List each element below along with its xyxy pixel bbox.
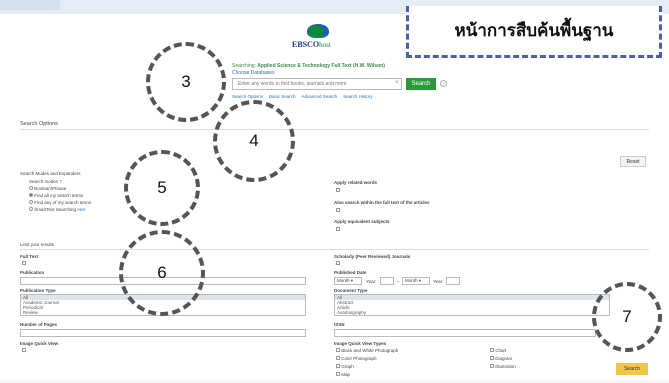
apply-related-label: Apply related words	[334, 180, 378, 185]
callout-circle-4: 4	[213, 100, 295, 182]
checkbox-icon[interactable]	[490, 364, 494, 368]
iqv-color-photo[interactable]: Color Photograph	[336, 356, 377, 361]
list-item[interactable]: Autobiography	[335, 310, 609, 315]
number-of-pages-input[interactable]	[20, 329, 306, 337]
mode-smarttext[interactable]: SmartText Searching Hint	[29, 207, 85, 212]
checkbox-icon[interactable]	[490, 356, 494, 360]
image-quick-view-label: Image Quick View	[20, 341, 59, 346]
date-to-year-label: Year:	[433, 279, 444, 284]
database-name[interactable]: Applied Science & Technology Full Text (…	[257, 63, 385, 69]
top-bar-tab[interactable]	[0, 0, 60, 10]
apply-related-checkbox[interactable]	[336, 188, 340, 192]
issn-input[interactable]	[334, 329, 596, 337]
mode-boolean[interactable]: Boolean/Phrase	[29, 186, 66, 191]
search-options-link[interactable]: Search Options	[232, 94, 263, 99]
published-date-label: Published Date	[334, 270, 367, 275]
ebsco-logo-text: EBSCOhost	[292, 40, 331, 49]
iqv-types-label: Image Quick View Types	[334, 341, 387, 346]
search-history-link[interactable]: Search History	[343, 94, 373, 99]
choose-databases-link[interactable]: Choose Databases	[232, 70, 275, 76]
iqv-illustration[interactable]: Illustration	[490, 364, 516, 369]
callout-circle-5: 5	[124, 150, 200, 226]
search-input[interactable]	[232, 78, 402, 90]
date-to-year-input[interactable]	[446, 277, 460, 285]
help-icon[interactable]: ?	[440, 80, 447, 87]
bottom-search-button[interactable]: Search	[616, 363, 648, 375]
also-search-label: Also search within the full text of the …	[334, 200, 430, 205]
smarttext-hint-link[interactable]: Hint	[77, 207, 85, 212]
radio-icon[interactable]	[29, 186, 33, 190]
scholarly-checkbox[interactable]	[336, 261, 340, 265]
full-text-label: Full Text	[20, 254, 39, 259]
checkbox-icon[interactable]	[336, 364, 340, 368]
number-of-pages-label: Number of Pages	[20, 322, 58, 327]
date-from-month-select[interactable]: Month ▾	[334, 277, 362, 285]
callout-circle-6: 6	[119, 230, 205, 316]
iqv-chart[interactable]: Chart	[490, 348, 506, 353]
callout-title: หน้าการสืบค้นพื้นฐาน	[454, 21, 614, 41]
date-from-year-input[interactable]	[380, 277, 394, 285]
checkbox-icon[interactable]	[490, 348, 494, 352]
search-links: Search Options Basic Search Advanced Sea…	[232, 94, 373, 99]
radio-icon[interactable]	[29, 200, 33, 204]
search-button[interactable]: Search	[406, 78, 436, 90]
clear-icon[interactable]: ×	[395, 80, 399, 86]
publication-type-label: Publication Type	[20, 288, 56, 293]
apply-equivalent-checkbox[interactable]	[336, 227, 340, 231]
radio-selected-icon[interactable]	[29, 193, 33, 197]
divider	[20, 249, 649, 250]
document-type-label: Document Type	[334, 288, 368, 293]
basic-search-link[interactable]: Basic Search	[269, 94, 296, 99]
iqv-diagram[interactable]: Diagram	[490, 356, 512, 361]
reset-button[interactable]: Reset	[620, 156, 646, 167]
bottom-edge	[0, 378, 669, 383]
checkbox-icon[interactable]	[336, 348, 340, 352]
divider	[20, 129, 649, 130]
apply-equivalent-label: Apply equivalent subjects	[334, 219, 390, 224]
image-quick-view-checkbox[interactable]	[22, 348, 26, 352]
date-from-year-label: Year:	[366, 279, 377, 284]
scholarly-label: Scholarly (Peer Reviewed) Journals	[334, 254, 411, 259]
advanced-search-link[interactable]: Advanced Search	[302, 94, 338, 99]
date-dash: –	[397, 279, 400, 284]
mode-find-all[interactable]: Find all my search terms	[29, 193, 83, 198]
checkbox-icon[interactable]	[336, 356, 340, 360]
search-modes-label: Search modes ?	[29, 179, 62, 184]
search-options-title: Search Options	[20, 121, 58, 127]
iqv-map[interactable]: Map	[336, 372, 350, 377]
also-search-checkbox[interactable]	[336, 208, 340, 212]
date-to-month-select[interactable]: Month ▾	[402, 277, 430, 285]
issn-label: ISSN	[334, 322, 345, 327]
iqv-bw-photo[interactable]: Black and White Photograph	[336, 348, 398, 353]
callout-circle-3: 3	[146, 42, 226, 122]
document-type-list[interactable]: All Abstract Article Autobiography	[334, 294, 610, 316]
searching-label: Searching: Applied Science & Technology …	[232, 63, 385, 69]
mode-find-any[interactable]: Find any of my search terms	[29, 200, 91, 205]
checkbox-icon[interactable]	[336, 372, 340, 376]
full-text-checkbox[interactable]	[22, 261, 26, 265]
publication-label: Publication	[20, 270, 45, 275]
callout-circle-7: 7	[592, 282, 662, 352]
limits-title: Limit your results	[20, 242, 55, 247]
radio-icon[interactable]	[29, 207, 33, 211]
iqv-graph[interactable]: Graph	[336, 364, 354, 369]
ebsco-logo-icon	[307, 24, 329, 38]
title-callout: หน้าการสืบค้นพื้นฐาน	[406, 6, 662, 58]
modes-section-title: Search Modes and Expanders	[20, 171, 81, 176]
